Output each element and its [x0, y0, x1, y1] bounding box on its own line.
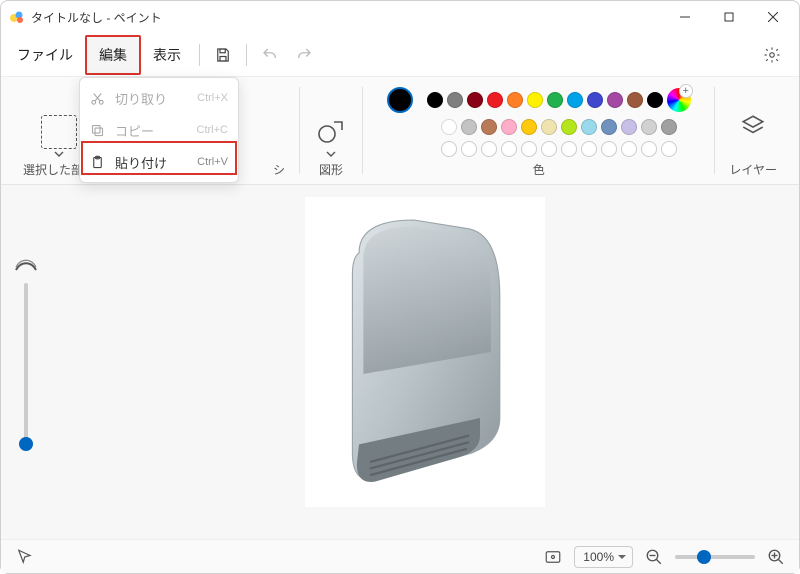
color-swatch[interactable] — [447, 92, 463, 108]
layers-icon[interactable] — [740, 113, 766, 139]
menu-bar: ファイル 編集 表示 — [1, 33, 799, 77]
save-button[interactable] — [206, 38, 240, 72]
shapes-label: 図形 — [319, 161, 343, 178]
zoom-in-button[interactable] — [767, 548, 785, 566]
color-swatch[interactable] — [487, 92, 503, 108]
menu-cut-shortcut: Ctrl+X — [197, 92, 228, 104]
menu-copy[interactable]: コピー Ctrl+C — [80, 114, 238, 146]
color-swatch[interactable] — [641, 119, 657, 135]
canvas-area — [1, 185, 799, 539]
color-swatch[interactable] — [467, 92, 483, 108]
divider — [362, 87, 363, 174]
color-swatch[interactable] — [561, 141, 577, 157]
redo-button[interactable] — [287, 38, 321, 72]
brush-group: シ — [263, 77, 295, 184]
menu-file[interactable]: ファイル — [5, 37, 85, 73]
chevron-down-icon[interactable] — [326, 151, 336, 157]
canvas-image — [305, 197, 545, 507]
zoom-slider[interactable] — [675, 555, 755, 559]
color-palette — [387, 77, 691, 157]
zoom-select[interactable]: 100% — [574, 546, 633, 568]
menu-view[interactable]: 表示 — [141, 37, 193, 73]
layers-label: レイヤー — [729, 161, 777, 178]
color-swatch[interactable] — [461, 119, 477, 135]
brush-size-slider[interactable] — [24, 283, 28, 447]
color-swatch[interactable] — [521, 141, 537, 157]
slider-thumb[interactable] — [19, 437, 33, 451]
maximize-button[interactable] — [707, 2, 751, 32]
menu-cut[interactable]: 切り取り Ctrl+X — [80, 82, 238, 114]
selection-tool[interactable] — [41, 115, 77, 149]
color-swatch[interactable] — [627, 92, 643, 108]
divider — [246, 44, 247, 66]
brush-preview-icon — [15, 259, 37, 273]
divider — [299, 87, 300, 174]
color-swatch[interactable] — [501, 119, 517, 135]
settings-button[interactable] — [755, 38, 789, 72]
color-swatch[interactable] — [481, 119, 497, 135]
menu-copy-shortcut: Ctrl+C — [197, 124, 228, 136]
color-swatch[interactable] — [567, 92, 583, 108]
colors-group: 色 — [367, 77, 710, 184]
color-swatch[interactable] — [641, 141, 657, 157]
color-swatch[interactable] — [541, 119, 557, 135]
color-swatch[interactable] — [461, 141, 477, 157]
color-swatch[interactable] — [481, 141, 497, 157]
color-swatch[interactable] — [521, 119, 537, 135]
color-picker-button[interactable] — [667, 88, 691, 112]
color-swatch[interactable] — [661, 119, 677, 135]
menu-edit[interactable]: 編集 — [87, 37, 139, 73]
color-swatch[interactable] — [621, 141, 637, 157]
color-swatch[interactable] — [441, 141, 457, 157]
fit-screen-icon[interactable] — [544, 548, 562, 566]
color-swatch[interactable] — [587, 92, 603, 108]
color-swatch[interactable] — [607, 92, 623, 108]
color-swatch[interactable] — [647, 92, 663, 108]
color-swatch[interactable] — [441, 119, 457, 135]
layers-group: レイヤー — [719, 77, 787, 184]
edit-dropdown: 切り取り Ctrl+X コピー Ctrl+C 貼り付け Ctrl+V — [79, 77, 239, 183]
menu-copy-label: コピー — [115, 121, 187, 140]
zoom-out-button[interactable] — [645, 548, 663, 566]
color-swatch[interactable] — [621, 119, 637, 135]
divider — [199, 44, 200, 66]
color-swatch[interactable] — [661, 141, 677, 157]
minimize-button[interactable] — [663, 2, 707, 32]
divider — [714, 87, 715, 174]
menu-paste[interactable]: 貼り付け Ctrl+V — [80, 146, 238, 178]
menu-cut-label: 切り取り — [115, 89, 187, 108]
colors-label: 色 — [533, 161, 545, 178]
status-bar: 100% — [1, 539, 799, 573]
title-bar: タイトルなし - ペイント — [1, 1, 799, 33]
canvas[interactable] — [51, 185, 799, 539]
shapes-group: 図形 — [304, 77, 358, 184]
brush-label: シ — [273, 161, 285, 178]
color-swatch[interactable] — [427, 92, 443, 108]
color-swatch[interactable] — [581, 141, 597, 157]
color-swatch[interactable] — [527, 92, 543, 108]
current-color[interactable] — [387, 87, 413, 113]
app-icon — [9, 9, 25, 25]
color-swatch[interactable] — [561, 119, 577, 135]
color-swatch[interactable] — [547, 92, 563, 108]
shapes-tool[interactable] — [314, 115, 348, 149]
color-swatch[interactable] — [581, 119, 597, 135]
zoom-value: 100% — [583, 550, 614, 564]
color-swatch[interactable] — [541, 141, 557, 157]
chevron-down-icon[interactable] — [54, 151, 64, 157]
color-swatch[interactable] — [601, 141, 617, 157]
brush-size-panel — [1, 185, 51, 539]
color-swatch[interactable] — [507, 92, 523, 108]
menu-paste-label: 貼り付け — [115, 153, 187, 172]
menu-paste-shortcut: Ctrl+V — [197, 156, 228, 168]
close-button[interactable] — [751, 2, 795, 32]
slider-thumb[interactable] — [697, 550, 711, 564]
undo-button[interactable] — [253, 38, 287, 72]
color-swatch[interactable] — [501, 141, 517, 157]
color-swatch[interactable] — [601, 119, 617, 135]
cursor-icon — [15, 548, 33, 566]
window-title: タイトルなし - ペイント — [31, 9, 663, 26]
